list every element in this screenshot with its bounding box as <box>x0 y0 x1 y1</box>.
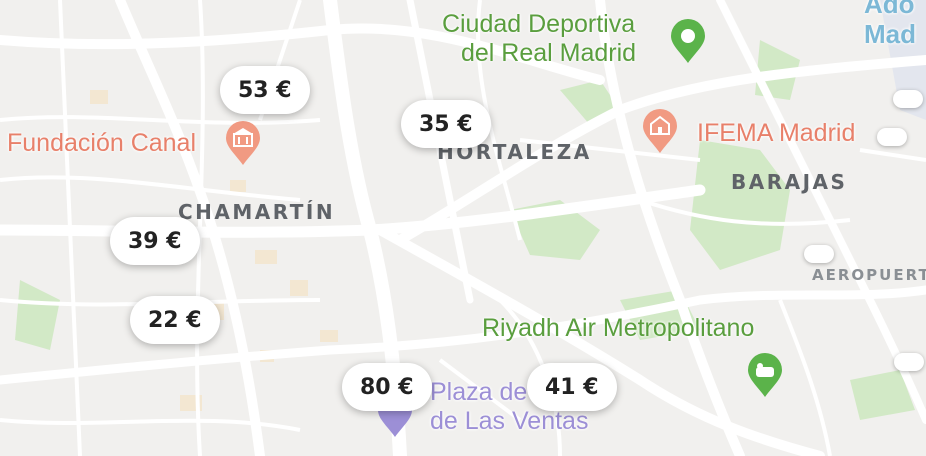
poi-label-corner: Ado Mad <box>864 0 916 50</box>
venue-pin-icon[interactable] <box>641 108 679 154</box>
poi-label-line: Mad <box>864 18 916 49</box>
museum-pin-icon[interactable] <box>224 120 262 166</box>
district-label-barajas: BARAJAS <box>731 170 848 194</box>
poi-label-line: Ciudad Deportiva <box>441 10 636 38</box>
price-marker[interactable]: 41 € <box>527 363 617 411</box>
poi-label-metropolitano[interactable]: Riyadh Air Metropolitano <box>482 314 754 343</box>
mini-price-marker[interactable] <box>877 128 907 146</box>
district-label-aeropuerto: AEROPUERT <box>812 266 926 284</box>
poi-label-line: Ado <box>864 0 915 19</box>
mini-price-marker[interactable] <box>804 245 834 263</box>
district-label-chamartin: CHAMARTÍN <box>178 200 336 224</box>
stadium-pin-icon[interactable] <box>746 352 784 398</box>
poi-label-ifema[interactable]: IFEMA Madrid <box>697 119 855 148</box>
poi-label-line: de Las Ventas <box>430 406 589 435</box>
price-marker[interactable]: 39 € <box>110 217 200 265</box>
price-marker[interactable]: 53 € <box>220 66 310 114</box>
price-marker[interactable]: 22 € <box>130 296 220 344</box>
poi-label-ciudad-deportiva[interactable]: Ciudad Deportiva del Real Madrid <box>441 10 636 68</box>
mini-price-marker[interactable] <box>893 90 923 108</box>
stadium-pin-icon[interactable] <box>669 18 707 64</box>
map-canvas[interactable]: CHAMARTÍN HORTALEZA BARAJAS AEROPUERT Ci… <box>0 0 926 456</box>
price-marker[interactable]: 35 € <box>401 100 491 148</box>
mini-price-marker[interactable] <box>894 353 924 371</box>
price-marker[interactable]: 80 € <box>342 363 432 411</box>
poi-label-fundacion-canal[interactable]: Fundación Canal <box>7 129 196 158</box>
poi-label-line: del Real Madrid <box>461 38 637 67</box>
